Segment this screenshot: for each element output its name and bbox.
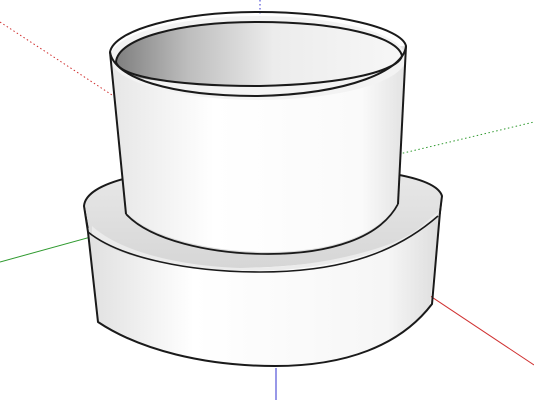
- modeling-canvas[interactable]: [0, 0, 534, 400]
- upper-tube[interactable]: [108, 10, 408, 255]
- green-axis-dotted: [394, 121, 534, 156]
- 3d-viewport[interactable]: [0, 0, 534, 400]
